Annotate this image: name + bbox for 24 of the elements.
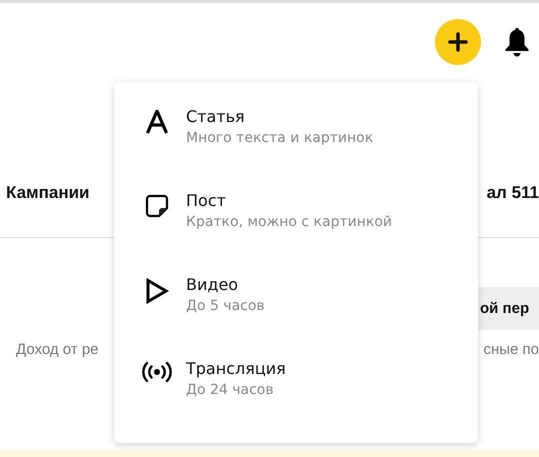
- item-subtitle: До 5 часов: [186, 297, 265, 316]
- add-button[interactable]: [435, 19, 481, 65]
- income-text: сные по: [483, 341, 539, 358]
- tab[interactable]: ал 511: [486, 183, 539, 203]
- item-subtitle: Кратко, можно с картинкой: [186, 213, 392, 232]
- plus-icon: [447, 31, 469, 53]
- item-title: Пост: [186, 190, 227, 212]
- item-subtitle: Много текста и картинок: [186, 129, 374, 148]
- note-icon: [145, 194, 169, 218]
- period-button[interactable]: ой пер: [478, 287, 539, 330]
- letter-a-icon: [146, 110, 168, 134]
- play-icon: [145, 278, 169, 304]
- bell-icon[interactable]: [504, 27, 530, 57]
- broadcast-icon: [142, 362, 172, 382]
- menu-item[interactable]: Пост Кратко, можно с картинкой: [142, 190, 478, 232]
- item-title: Видео: [186, 274, 240, 296]
- item-subtitle: До 24 часов: [186, 381, 275, 400]
- income-text: Доход от ре: [16, 341, 98, 358]
- menu-item[interactable]: Видео До 5 часов: [142, 274, 478, 316]
- menu-item[interactable]: Трансляция До 24 часов: [142, 358, 478, 400]
- menu-item[interactable]: Статья Много текста и картинок: [142, 106, 478, 148]
- tab[interactable]: Кампании: [6, 183, 90, 203]
- item-title: Трансляция: [186, 358, 286, 380]
- item-title: Статья: [186, 106, 246, 128]
